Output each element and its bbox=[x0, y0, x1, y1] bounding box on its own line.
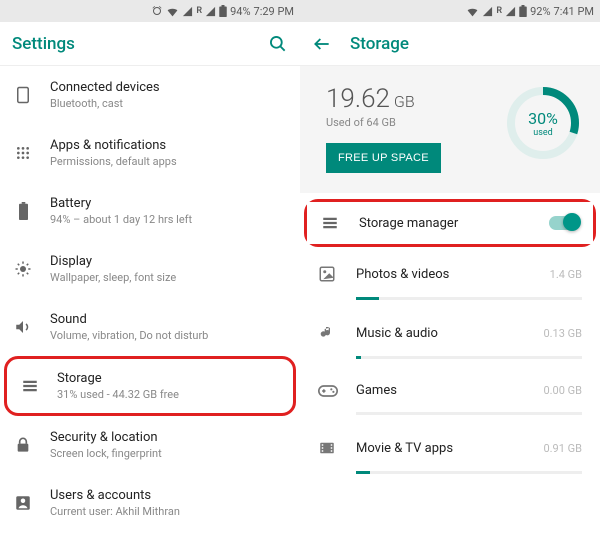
settings-item-security-location[interactable]: Security & location Screen lock, fingerpr… bbox=[0, 416, 300, 474]
storage-screen: R 92% 7:41 PM Storage 19.62 GB Used of 6… bbox=[300, 0, 600, 533]
item-subtitle: Current user: Akhil Mithran bbox=[50, 505, 286, 518]
free-up-space-button[interactable]: FREE UP SPACE bbox=[326, 143, 441, 173]
category-music-audio[interactable]: Music & audio 0.13 GB bbox=[300, 310, 600, 359]
settings-screen: R 94% 7:29 PM Settings Connected devices… bbox=[0, 0, 300, 533]
page-title: Settings bbox=[12, 34, 250, 54]
storage-manager-row[interactable]: Storage manager bbox=[307, 202, 593, 244]
item-subtitle: 31% used - 44.32 GB free bbox=[57, 388, 279, 401]
usage-donut: 30% used bbox=[504, 84, 582, 162]
item-subtitle: Volume, vibration, Do not disturb bbox=[50, 329, 286, 342]
storage-manager-label: Storage manager bbox=[359, 216, 529, 231]
category-list: Photos & videos 1.4 GB Music & audio 0.13 G… bbox=[300, 251, 600, 484]
alarm-icon bbox=[151, 5, 163, 17]
donut-label: used bbox=[533, 128, 552, 138]
category-movie-tv-apps[interactable]: Movie & TV apps 0.91 GB bbox=[300, 425, 600, 474]
settings-item-sound[interactable]: Sound Volume, vibration, Do not disturb bbox=[0, 298, 300, 356]
movie-icon bbox=[318, 439, 336, 457]
item-title: Security & location bbox=[50, 430, 286, 445]
brightness-icon bbox=[14, 260, 32, 278]
item-subtitle: Screen lock, fingerprint bbox=[50, 447, 286, 460]
settings-item-apps-notifications[interactable]: Apps & notifications Permissions, default… bbox=[0, 124, 300, 182]
signal-icon bbox=[482, 6, 493, 17]
battery-icon bbox=[14, 202, 32, 220]
used-of-text: Used of 64 GB bbox=[326, 116, 492, 129]
search-icon[interactable] bbox=[268, 34, 288, 54]
person-icon bbox=[14, 494, 32, 512]
settings-item-connected-devices[interactable]: Connected devices Bluetooth, cast bbox=[0, 66, 300, 124]
status-bar-left: R 94% 7:29 PM bbox=[0, 0, 300, 22]
settings-item-display[interactable]: Display Wallpaper, sleep, font size bbox=[0, 240, 300, 298]
page-title: Storage bbox=[350, 34, 588, 54]
games-icon bbox=[318, 384, 336, 398]
donut-percent: 30% bbox=[528, 109, 558, 128]
battery-pct: 92% bbox=[530, 5, 550, 18]
category-bar bbox=[356, 412, 582, 415]
back-icon[interactable] bbox=[312, 34, 332, 54]
category-value: 0.00 GB bbox=[543, 384, 582, 397]
grid-icon bbox=[14, 145, 32, 161]
music-icon bbox=[318, 324, 336, 342]
settings-item-users-accounts[interactable]: Users & accounts Current user: Akhil Mith… bbox=[0, 474, 300, 532]
battery-pct: 94% bbox=[230, 5, 250, 18]
item-subtitle: Bluetooth, cast bbox=[50, 97, 286, 110]
category-value: 0.91 GB bbox=[543, 442, 582, 455]
link-icon bbox=[14, 86, 32, 104]
wifi-icon bbox=[466, 5, 479, 18]
clock-text: 7:41 PM bbox=[554, 5, 594, 18]
item-subtitle: Permissions, default apps bbox=[50, 155, 286, 168]
category-value: 1.4 GB bbox=[550, 268, 582, 281]
signal-icon-2 bbox=[205, 6, 216, 17]
category-bar bbox=[356, 297, 582, 300]
roaming-badge: R bbox=[496, 6, 502, 16]
app-bar-settings: Settings bbox=[0, 22, 300, 66]
roaming-badge: R bbox=[196, 6, 202, 16]
settings-item-storage[interactable]: Storage 31% used - 44.32 GB free bbox=[4, 356, 296, 416]
category-bar bbox=[356, 356, 582, 359]
battery-icon bbox=[519, 5, 527, 17]
item-title: Connected devices bbox=[50, 80, 286, 95]
category-value: 0.13 GB bbox=[543, 327, 582, 340]
used-amount: 19.62 GB bbox=[326, 84, 492, 114]
signal-icon-2 bbox=[505, 6, 516, 17]
status-bar-right: R 92% 7:41 PM bbox=[300, 0, 600, 22]
category-title: Music & audio bbox=[356, 326, 523, 341]
category-title: Movie & TV apps bbox=[356, 441, 523, 456]
volume-icon bbox=[14, 318, 32, 336]
item-title: Storage bbox=[57, 371, 279, 386]
category-photos-videos[interactable]: Photos & videos 1.4 GB bbox=[300, 251, 600, 300]
storage-summary: 19.62 GB Used of 64 GB FREE UP SPACE 30%… bbox=[300, 66, 600, 193]
clock-text: 7:29 PM bbox=[254, 5, 294, 18]
battery-icon bbox=[219, 5, 227, 17]
storage-icon bbox=[21, 377, 39, 395]
item-title: Apps & notifications bbox=[50, 138, 286, 153]
lock-icon bbox=[14, 436, 32, 454]
item-title: Display bbox=[50, 254, 286, 269]
item-title: Users & accounts bbox=[50, 488, 286, 503]
category-title: Photos & videos bbox=[356, 267, 530, 282]
category-bar bbox=[356, 471, 582, 474]
storage-manager-row-highlight: Storage manager bbox=[304, 199, 596, 247]
category-games[interactable]: Games 0.00 GB bbox=[300, 369, 600, 415]
settings-list: Connected devices Bluetooth, cast Apps & n… bbox=[0, 66, 300, 533]
wifi-icon bbox=[166, 5, 179, 18]
item-title: Battery bbox=[50, 196, 286, 211]
item-title: Sound bbox=[50, 312, 286, 327]
item-subtitle: Wallpaper, sleep, font size bbox=[50, 271, 286, 284]
settings-item-battery[interactable]: Battery 94% – about 1 day 12 hrs left bbox=[0, 182, 300, 240]
storage-manager-switch[interactable] bbox=[549, 216, 579, 230]
storage-icon bbox=[321, 214, 339, 232]
app-bar-storage: Storage bbox=[300, 22, 600, 66]
signal-icon bbox=[182, 6, 193, 17]
item-subtitle: 94% – about 1 day 12 hrs left bbox=[50, 213, 286, 226]
category-title: Games bbox=[356, 383, 523, 398]
photo-icon bbox=[318, 265, 336, 283]
